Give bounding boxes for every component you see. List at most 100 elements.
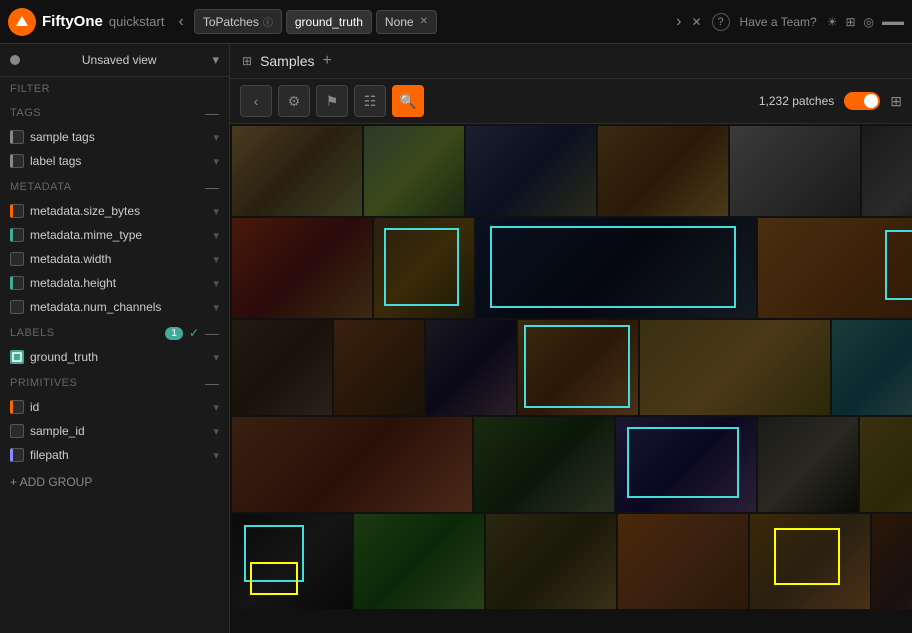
grid-item[interactable] — [466, 126, 596, 216]
filter-btn[interactable]: ☷ — [354, 85, 386, 117]
sidebar-item-filepath[interactable]: filepath ▾ — [0, 443, 229, 467]
width-checkbox[interactable] — [10, 252, 24, 266]
grid-item[interactable] — [618, 514, 748, 609]
sidebar-item-sample-id[interactable]: sample_id ▾ — [0, 419, 229, 443]
tab-nav-next[interactable]: › — [672, 13, 685, 31]
grid-item[interactable] — [232, 218, 372, 318]
samples-grid-icon: ⊞ — [242, 54, 252, 68]
grid-item[interactable] — [476, 218, 756, 318]
tags-collapse[interactable]: — — [205, 105, 219, 121]
help-icon[interactable]: ? — [712, 13, 730, 31]
tab-none-close[interactable]: ✕ — [420, 16, 428, 27]
grid-item[interactable] — [232, 417, 472, 512]
grid-item[interactable] — [474, 417, 614, 512]
primitives-collapse[interactable]: — — [205, 375, 219, 391]
labels-section-header: LABELS 1 ✓ — — [0, 319, 229, 345]
size-bytes-checkbox[interactable] — [10, 204, 24, 218]
grid-item[interactable] — [334, 320, 424, 415]
grid-item[interactable] — [354, 514, 484, 609]
num-channels-checkbox[interactable] — [10, 300, 24, 314]
grid-item[interactable] — [364, 126, 464, 216]
tab-topatches[interactable]: ToPatches ⓘ — [194, 9, 282, 34]
grid-item[interactable] — [486, 514, 616, 609]
sample-id-checkbox[interactable] — [10, 424, 24, 438]
labels-badge: 1 — [165, 327, 183, 340]
grid-item[interactable] — [862, 126, 912, 216]
sample-id-label: sample_id — [30, 424, 207, 438]
tab-none[interactable]: None ✕ — [376, 10, 437, 34]
primitives-title: PRIMITIVES — [10, 377, 77, 389]
grid-item[interactable] — [750, 514, 870, 609]
height-arrow: ▾ — [213, 277, 219, 290]
tag-btn[interactable]: ⚑ — [316, 85, 348, 117]
num-channels-arrow: ▾ — [213, 301, 219, 314]
grid-item[interactable] — [758, 218, 912, 318]
labels-collapse[interactable]: — — [205, 325, 219, 341]
ground-truth-label: ground_truth — [30, 350, 207, 364]
sample-tags-checkbox[interactable] — [10, 130, 24, 144]
view-selector[interactable]: Unsaved view ▾ — [0, 44, 229, 77]
grid-item[interactable] — [518, 320, 638, 415]
sidebar-item-ground-truth[interactable]: ground_truth ▾ — [0, 345, 229, 369]
sidebar-item-size-bytes[interactable]: metadata.size_bytes ▾ — [0, 199, 229, 223]
grid-item[interactable] — [426, 320, 516, 415]
menu-icon[interactable]: ▬▬ — [882, 16, 904, 28]
sidebar-item-label-tags[interactable]: label tags ▾ — [0, 149, 229, 173]
search-btn[interactable]: 🔍 — [392, 85, 424, 117]
grid-item[interactable] — [872, 514, 912, 609]
sidebar-item-mime-type[interactable]: metadata.mime_type ▾ — [0, 223, 229, 247]
size-bytes-arrow: ▾ — [213, 205, 219, 218]
main-layout: Unsaved view ▾ FILTER TAGS — sample tags… — [0, 44, 912, 633]
tags-section-header: TAGS — — [0, 99, 229, 125]
id-arrow: ▾ — [213, 401, 219, 414]
grid-row-2 — [232, 218, 910, 318]
metadata-collapse[interactable]: — — [205, 179, 219, 195]
app-subtitle: quickstart — [109, 14, 165, 29]
add-group-btn[interactable]: + ADD GROUP — [0, 467, 229, 497]
sidebar-item-height[interactable]: metadata.height ▾ — [0, 271, 229, 295]
sidebar-item-num-channels[interactable]: metadata.num_channels ▾ — [0, 295, 229, 319]
toolbar-left: ‹ ⚙ ⚑ ☷ 🔍 — [240, 85, 424, 117]
height-checkbox[interactable] — [10, 276, 24, 290]
view-toggle[interactable] — [844, 92, 880, 110]
sidebar-item-id[interactable]: id ▾ — [0, 395, 229, 419]
sun-icon[interactable]: ☀ — [827, 15, 838, 29]
tab-topatches-info[interactable]: ⓘ — [263, 14, 273, 29]
settings-btn[interactable]: ⚙ — [278, 85, 310, 117]
logo: FiftyOne quickstart — [8, 8, 164, 36]
close-icon[interactable]: ✕ — [691, 15, 701, 29]
grid-item[interactable] — [598, 126, 728, 216]
toggle-track[interactable] — [844, 92, 880, 110]
back-btn[interactable]: ‹ — [240, 85, 272, 117]
grid-item[interactable] — [232, 320, 332, 415]
grid-item[interactable] — [730, 126, 860, 216]
grid-item[interactable] — [232, 126, 362, 216]
grid-item[interactable] — [232, 514, 352, 609]
mime-type-checkbox[interactable] — [10, 228, 24, 242]
grid-item[interactable] — [758, 417, 858, 512]
filter-title: FILTER — [10, 83, 50, 95]
grid-item[interactable] — [640, 320, 830, 415]
filepath-checkbox[interactable] — [10, 448, 24, 462]
id-checkbox[interactable] — [10, 400, 24, 414]
grid-item[interactable] — [374, 218, 474, 318]
grid-row-4 — [232, 417, 910, 512]
add-sample-btn[interactable]: + — [323, 52, 332, 70]
grid-item[interactable] — [860, 417, 912, 512]
sidebar-item-sample-tags[interactable]: sample tags ▾ — [0, 125, 229, 149]
label-tags-checkbox[interactable] — [10, 154, 24, 168]
sidebar-item-width[interactable]: metadata.width ▾ — [0, 247, 229, 271]
size-bytes-label: metadata.size_bytes — [30, 204, 207, 218]
grid-icon[interactable]: ⊞ — [845, 15, 855, 29]
github-icon[interactable]: ◎ — [864, 15, 874, 29]
ground-truth-icon — [10, 350, 24, 364]
view-label: Unsaved view — [82, 53, 157, 67]
grid-item[interactable] — [832, 320, 912, 415]
tab-ground-truth[interactable]: ground_truth — [286, 10, 372, 34]
grid-item[interactable] — [616, 417, 756, 512]
tab-nav-prev[interactable]: ‹ — [174, 13, 187, 31]
tags-title: TAGS — [10, 107, 41, 119]
grid-view-icon[interactable]: ⊞ — [890, 93, 902, 110]
filter-header: FILTER — [0, 77, 229, 99]
labels-title: LABELS — [10, 327, 55, 339]
